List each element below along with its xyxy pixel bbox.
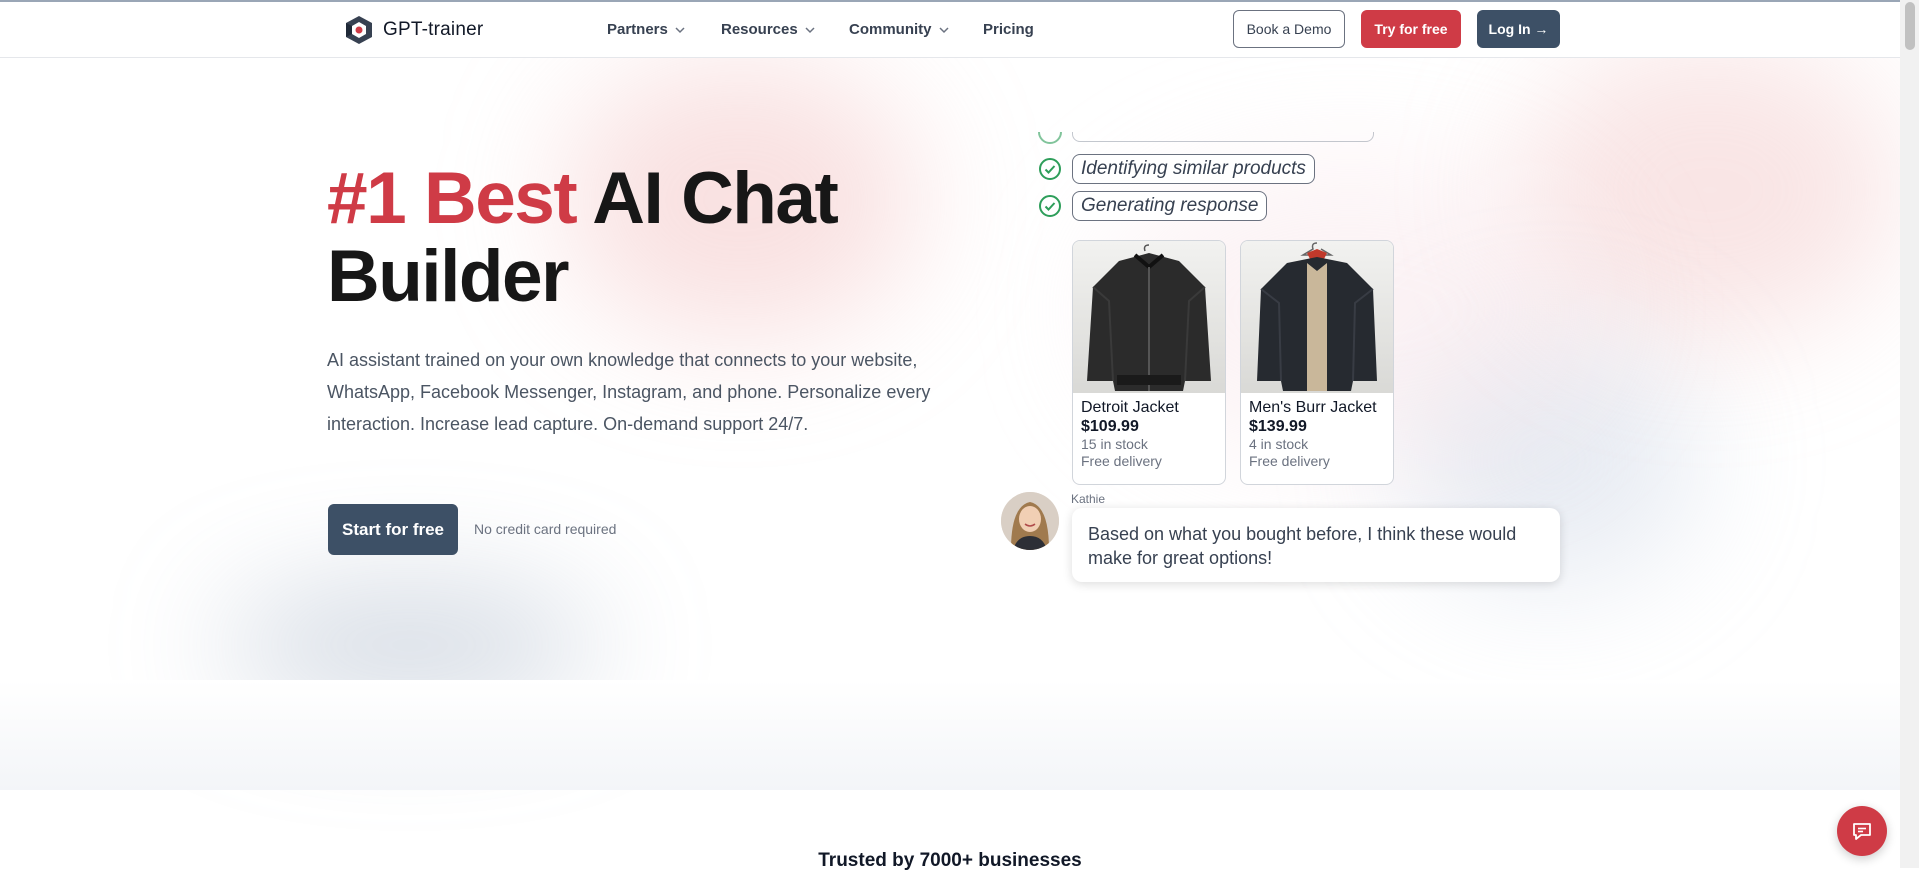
product-stock: 4 in stock xyxy=(1249,436,1309,452)
nav-pricing-label: Pricing xyxy=(983,21,1034,38)
check-circle-icon xyxy=(1039,195,1061,217)
product-card[interactable]: Men's Burr Jacket $139.99 4 in stock Fre… xyxy=(1240,240,1394,485)
agent-name: Kathie xyxy=(1071,492,1106,506)
product-name: Men's Burr Jacket xyxy=(1249,399,1377,416)
product-price: $109.99 xyxy=(1081,418,1139,435)
nav-community-label: Community xyxy=(849,21,932,38)
login-button[interactable]: Log In → xyxy=(1477,10,1560,48)
book-demo-button[interactable]: Book a Demo xyxy=(1233,10,1345,48)
hero-background xyxy=(0,0,1919,868)
step-generating: Generating response xyxy=(1038,191,1268,221)
hero-title-accent: #1 Best xyxy=(327,158,578,239)
product-card[interactable]: Detroit Jacket $109.99 15 in stock Free … xyxy=(1072,240,1226,485)
hero-title: #1 Best AI Chat Builder xyxy=(327,160,887,316)
nav-pricing[interactable]: Pricing xyxy=(983,21,1034,38)
nav-resources-label: Resources xyxy=(721,21,798,38)
faded-step xyxy=(1038,132,1378,146)
hero-description: AI assistant trained on your own knowled… xyxy=(327,350,931,434)
try-free-button[interactable]: Try for free xyxy=(1361,10,1461,48)
no-credit-card-note: No credit card required xyxy=(474,521,617,537)
navbar: GPT-trainer Partners Resources Community… xyxy=(0,2,1900,58)
logo-icon xyxy=(346,16,372,44)
chevron-down-icon xyxy=(675,26,685,33)
jacket-image xyxy=(1073,241,1225,393)
product-delivery: Free delivery xyxy=(1081,453,1162,469)
check-circle-icon xyxy=(1039,158,1061,180)
chat-launcher-button[interactable] xyxy=(1837,806,1887,856)
step-label: Identifying similar products xyxy=(1072,154,1315,184)
chevron-down-icon xyxy=(805,26,815,33)
chevron-down-icon xyxy=(938,26,949,33)
nav-partners-label: Partners xyxy=(607,21,668,38)
brand-name: GPT-trainer xyxy=(383,19,484,40)
product-price: $139.99 xyxy=(1249,418,1307,435)
product-name: Detroit Jacket xyxy=(1081,399,1179,416)
start-free-button[interactable]: Start for free xyxy=(328,504,458,555)
chat-icon xyxy=(1853,823,1871,840)
nav-partners[interactable]: Partners xyxy=(607,21,686,38)
trusted-heading: Trusted by 7000+ businesses xyxy=(818,850,1082,871)
logo[interactable]: GPT-trainer xyxy=(343,14,483,46)
step-identifying: Identifying similar products xyxy=(1038,154,1315,184)
scrollbar-thumb[interactable] xyxy=(1905,2,1915,50)
product-stock: 15 in stock xyxy=(1081,436,1148,452)
jacket-image xyxy=(1241,241,1393,393)
nav-resources[interactable]: Resources xyxy=(721,21,816,38)
product-delivery: Free delivery xyxy=(1249,453,1330,469)
chat-message: Based on what you bought before, I think… xyxy=(1072,508,1560,582)
nav-community[interactable]: Community xyxy=(849,21,950,38)
scrollbar[interactable] xyxy=(1900,0,1919,868)
step-label: Generating response xyxy=(1072,191,1268,221)
agent-avatar xyxy=(1001,492,1059,550)
